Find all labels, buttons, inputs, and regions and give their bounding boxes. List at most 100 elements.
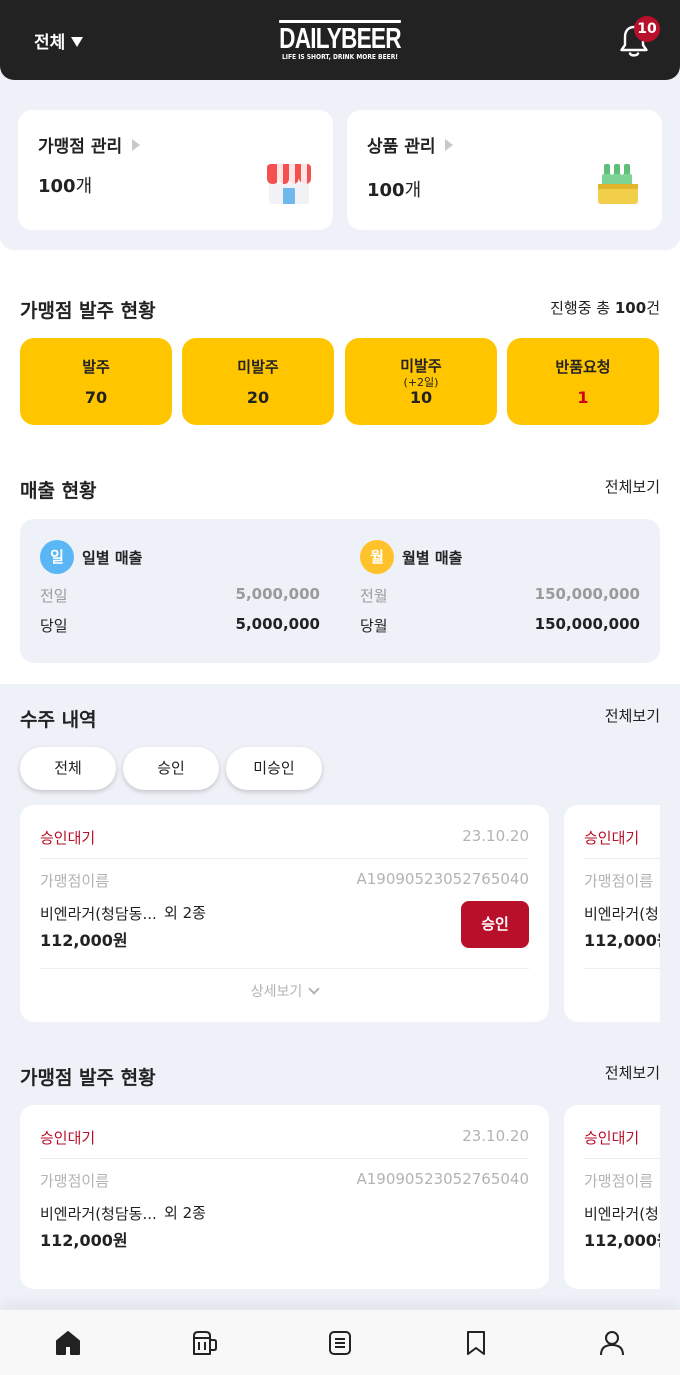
store-count-unit: 개	[75, 176, 93, 197]
cur-day-label: 당일	[40, 617, 68, 635]
chevron-right-icon	[132, 138, 141, 151]
detail-toggle[interactable]: 상세보기	[20, 981, 549, 1001]
bottom-tab-bar	[0, 1309, 680, 1375]
tab-profile[interactable]	[544, 1310, 680, 1375]
orders-received-view-all-link[interactable]: 전체보기	[605, 705, 660, 726]
summary-count: 100	[614, 299, 647, 317]
tab-home[interactable]	[0, 1310, 136, 1375]
order-price: 112,000원	[584, 1231, 660, 1250]
monthly-cur-row: 당월 150,000,000	[360, 615, 640, 636]
filter-chip-all[interactable]: 전체	[20, 747, 116, 790]
sales-view-all-link[interactable]: 전체보기	[605, 476, 660, 497]
store-management-card[interactable]: 가맹점 관리 100개	[18, 110, 333, 230]
cur-month-value: 150,000,000	[534, 615, 640, 633]
tab-beer[interactable]	[136, 1310, 272, 1375]
order-card[interactable]: 승인대기 23.10.20 가맹점이름 A19090523052765040 비…	[20, 805, 549, 1022]
logo-tagline: LIFE IS SHORT, DRINK MORE BEER!	[281, 53, 398, 61]
store-count-value: 100	[38, 176, 76, 197]
beer-crate-icon	[598, 164, 638, 204]
cur-month-label: 당월	[360, 617, 388, 635]
app-header: 전체 DAILYBEER LIFE IS SHORT, DRINK MORE B…	[0, 0, 680, 80]
franchise-orders-view-all-link[interactable]: 전체보기	[605, 1062, 660, 1083]
prev-month-label: 전월	[360, 587, 388, 605]
order-status-title: 가맹점 발주 현황	[20, 300, 156, 322]
chevron-right-icon	[445, 138, 454, 151]
divider	[584, 1158, 660, 1159]
franchise-order-card[interactable]: 승인대기 23.10.20 가맹점이름 A19090523052765040 비…	[20, 1105, 549, 1289]
order-box-ordered[interactable]: 발주 70	[20, 338, 172, 425]
franchise-orders-title: 가맹점 발주 현황	[20, 1067, 156, 1089]
daily-prev-row: 전일 5,000,000	[40, 585, 320, 606]
extra-items: 외 2종	[164, 904, 206, 922]
divider	[584, 858, 660, 859]
order-card[interactable]: 승인대기 가맹점이름 비엔라거(청담동... 112,000원	[564, 805, 660, 1022]
order-code: A19090523052765040	[356, 870, 530, 888]
prev-day-value: 5,000,000	[235, 585, 320, 603]
summary-prefix: 진행중 총	[550, 299, 611, 317]
order-box-not-ordered[interactable]: 미발주 20	[182, 338, 334, 425]
daily-sales: 일 일별 매출 전일 5,000,000 당일 5,000,000	[40, 519, 320, 663]
notification-badge: 10	[634, 16, 660, 42]
divider	[584, 968, 660, 969]
franchise-order-card[interactable]: 승인대기 가맹점이름 비엔라거(청담동... 112,000원	[564, 1105, 660, 1289]
detail-label: 상세보기	[250, 984, 303, 1000]
store-management-label: 가맹점 관리	[38, 137, 123, 157]
day-badge: 일	[40, 540, 74, 574]
summary-unit: 건	[646, 299, 660, 317]
monthly-sales-label: 월별 매출	[402, 548, 463, 567]
order-status: 승인대기	[584, 1129, 640, 1147]
store-count: 100개	[38, 172, 92, 198]
filter-chip-approved[interactable]: 승인	[123, 747, 219, 790]
product-name: 비엔라거(청담동...	[584, 905, 660, 923]
order-box-not-ordered-2days[interactable]: 미발주 (+2일) 10	[345, 338, 497, 425]
store-name: 가맹점이름	[584, 872, 654, 890]
home-icon	[56, 1331, 80, 1355]
order-status: 승인대기	[40, 1129, 96, 1147]
chevron-down-icon	[308, 983, 320, 995]
order-code: A19090523052765040	[356, 1170, 530, 1188]
sales-summary: 일 일별 매출 전일 5,000,000 당일 5,000,000 월 월별 매…	[20, 519, 660, 663]
monthly-sales: 월 월별 매출 전월 150,000,000 당월 150,000,000	[360, 519, 640, 663]
order-price: 112,000원	[40, 931, 128, 950]
approve-button[interactable]: 승인	[461, 901, 529, 948]
order-status: 승인대기	[40, 829, 96, 847]
order-box-return-request[interactable]: 반품요청 1	[507, 338, 659, 425]
product-management-card[interactable]: 상품 관리 100개	[347, 110, 662, 230]
order-price: 112,000원	[40, 1231, 128, 1250]
order-box-label: 미발주	[400, 357, 442, 375]
beer-mug-icon	[193, 1331, 217, 1355]
product-management-label: 상품 관리	[367, 137, 436, 157]
order-box-label: 미발주	[237, 358, 279, 376]
orders-received-title: 수주 내역	[20, 709, 97, 731]
monthly-prev-row: 전월 150,000,000	[360, 585, 640, 606]
orders-received-carousel[interactable]: 승인대기 23.10.20 가맹점이름 A19090523052765040 비…	[20, 805, 660, 1023]
filter-chip-unapproved[interactable]: 미승인	[226, 747, 322, 790]
list-icon	[329, 1331, 351, 1355]
order-box-value: 1	[577, 388, 589, 407]
extra-items: 외 2종	[164, 1204, 206, 1222]
prev-month-value: 150,000,000	[534, 585, 640, 603]
divider	[40, 968, 529, 969]
order-date: 23.10.20	[462, 1127, 529, 1145]
divider	[40, 1158, 529, 1159]
order-box-value: 70	[84, 388, 108, 407]
order-status: 승인대기	[584, 829, 640, 847]
daily-sales-label: 일별 매출	[82, 548, 143, 567]
order-price: 112,000원	[584, 931, 660, 950]
product-count-value: 100	[367, 180, 405, 201]
store-name: 가맹점이름	[40, 1172, 110, 1190]
product-management-title: 상품 관리	[367, 132, 454, 157]
franchise-orders-carousel[interactable]: 승인대기 23.10.20 가맹점이름 A19090523052765040 비…	[20, 1105, 660, 1290]
product-count-unit: 개	[404, 180, 422, 201]
tab-list[interactable]	[272, 1310, 408, 1375]
bookmark-icon	[467, 1331, 485, 1355]
prev-day-label: 전일	[40, 587, 68, 605]
product-count: 100개	[367, 176, 421, 202]
tab-bookmark[interactable]	[408, 1310, 544, 1375]
sales-title: 매출 현황	[20, 480, 97, 502]
daily-sales-header: 일 일별 매출	[40, 540, 142, 574]
product-name: 비엔라거(청담동...	[40, 905, 157, 923]
store-name: 가맹점이름	[40, 872, 110, 890]
divider	[40, 858, 529, 859]
cur-day-value: 5,000,000	[235, 615, 320, 633]
